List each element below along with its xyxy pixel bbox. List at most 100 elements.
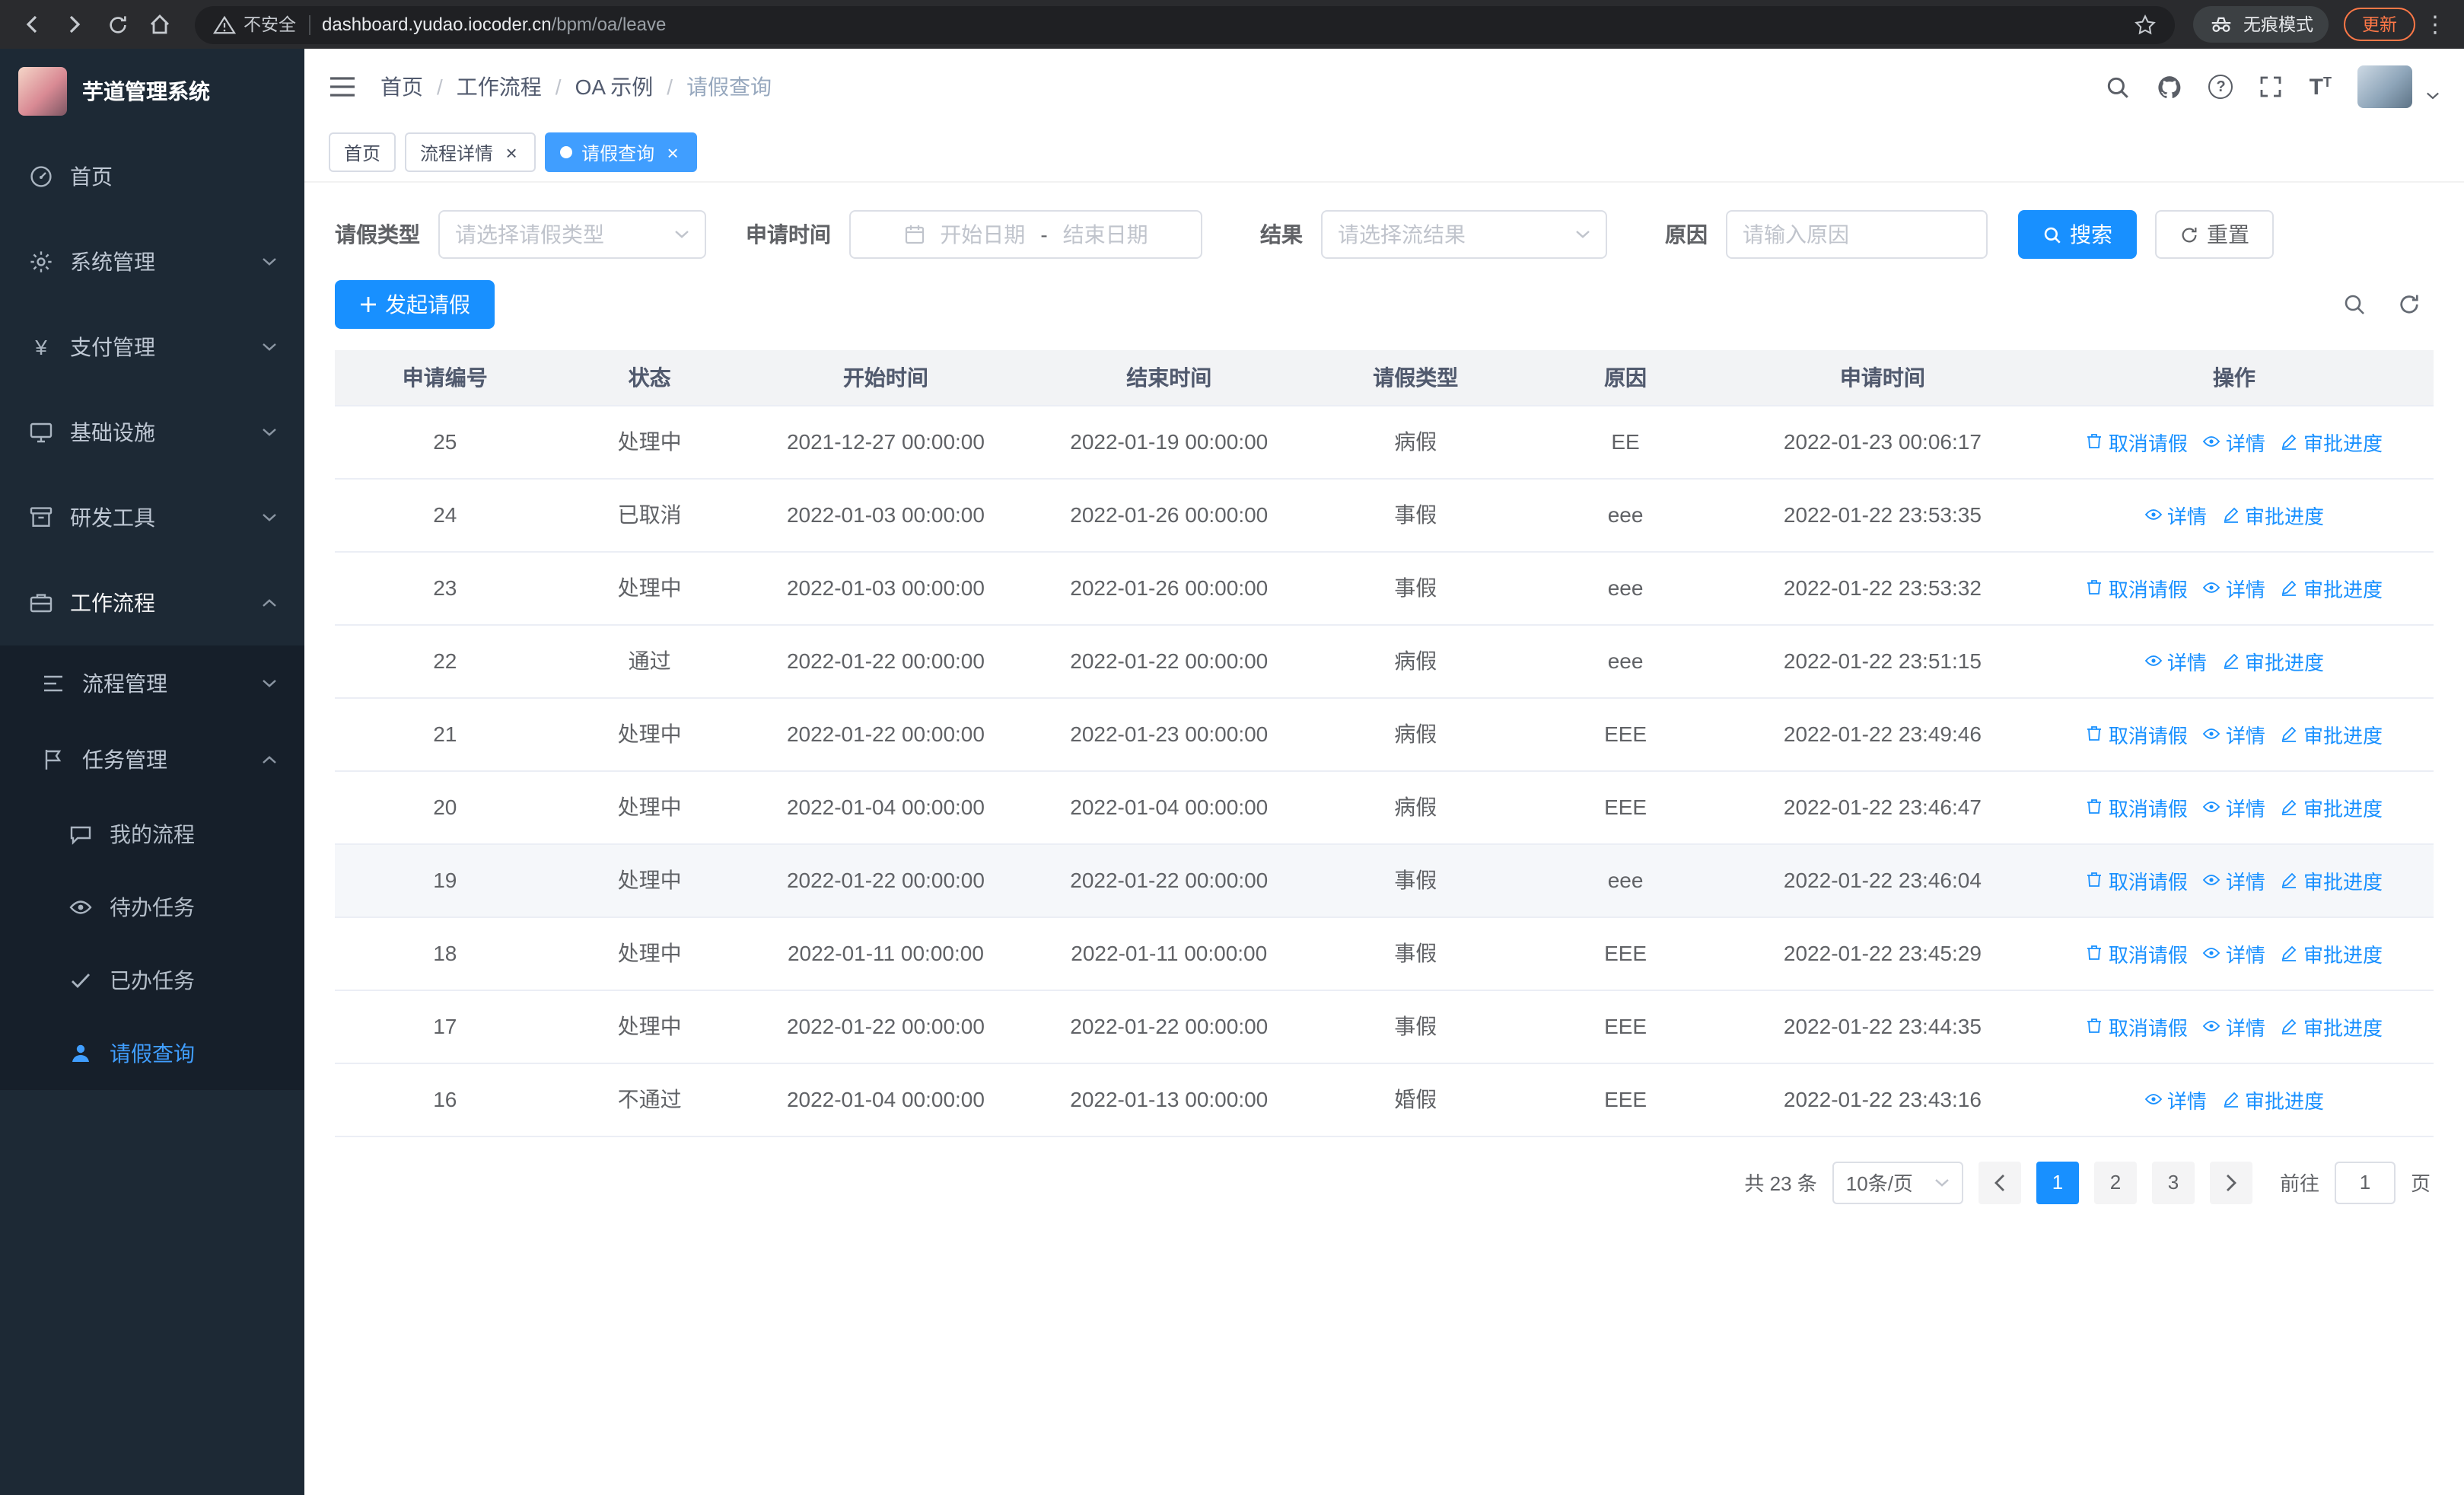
sidebar-item-infra[interactable]: 基础设施 — [0, 390, 304, 475]
breadcrumb-item[interactable]: OA 示例 — [575, 72, 654, 102]
approval-progress-link[interactable]: 审批进度 — [2222, 646, 2324, 675]
detail-link[interactable]: 详情 — [2203, 939, 2265, 967]
detail-link[interactable]: 详情 — [2203, 719, 2265, 748]
detail-label: 详情 — [2225, 432, 2265, 454]
cancel-leave-link[interactable]: 取消请假 — [2086, 939, 2188, 967]
cell-leave-type: 婚假 — [1310, 1063, 1521, 1136]
goto-page-input[interactable] — [2334, 1161, 2396, 1203]
home-icon[interactable] — [140, 5, 180, 44]
toggle-search-icon[interactable] — [2342, 292, 2367, 317]
detail-link[interactable]: 详情 — [2203, 792, 2265, 821]
cancel-leave-link[interactable]: 取消请假 — [2086, 573, 2188, 602]
close-icon[interactable]: × — [664, 142, 682, 162]
approval-progress-link[interactable]: 审批进度 — [2281, 792, 2383, 821]
page-button-2[interactable]: 2 — [2093, 1161, 2137, 1203]
forward-icon[interactable] — [55, 5, 94, 44]
approval-progress-link[interactable]: 审批进度 — [2281, 865, 2383, 894]
sidebar-item-workflow[interactable]: 工作流程 — [0, 560, 304, 645]
update-button[interactable]: 更新 — [2344, 8, 2415, 41]
sidebar-item-devtools[interactable]: 研发工具 — [0, 475, 304, 560]
sidebar-item-payment[interactable]: ¥ 支付管理 — [0, 304, 304, 390]
search-icon[interactable] — [2106, 74, 2131, 100]
next-page-button[interactable] — [2209, 1161, 2252, 1203]
leave-type-select[interactable]: 请选择请假类型 — [438, 210, 706, 259]
app-frame: 芋道管理系统 首页 系统管理 ¥ 支付管理 基础设施 研发工具 工作流程 流程管… — [0, 49, 2464, 1495]
prev-page-button[interactable] — [1978, 1161, 2021, 1203]
detail-link[interactable]: 详情 — [2203, 1012, 2265, 1041]
approval-progress-link[interactable]: 审批进度 — [2222, 1085, 2324, 1114]
tab-home[interactable]: 首页 — [329, 132, 396, 172]
github-icon[interactable] — [2157, 74, 2183, 100]
cancel-leave-link[interactable]: 取消请假 — [2086, 719, 2188, 748]
approval-progress-link[interactable]: 审批进度 — [2281, 1012, 2383, 1041]
approval-progress-link[interactable]: 审批进度 — [2281, 939, 2383, 967]
sidebar-item-home[interactable]: 首页 — [0, 134, 304, 219]
create-leave-button[interactable]: 发起请假 — [335, 280, 495, 329]
search-button[interactable]: 搜索 — [2018, 210, 2137, 259]
eye-icon — [2203, 948, 2221, 958]
approval-progress-link[interactable]: 审批进度 — [2281, 719, 2383, 748]
cancel-leave-link[interactable]: 取消请假 — [2086, 1012, 2188, 1041]
sidebar-item-process-mgmt[interactable]: 流程管理 — [0, 645, 304, 722]
approval-progress-link[interactable]: 审批进度 — [2222, 500, 2324, 529]
cancel-leave-link[interactable]: 取消请假 — [2086, 865, 2188, 894]
cell-operations: 取消请假 详情 审批进度 — [2034, 990, 2434, 1063]
cancel-leave-link[interactable]: 取消请假 — [2086, 427, 2188, 456]
goto-unit: 页 — [2410, 1172, 2431, 1195]
sidebar-item-done-tasks[interactable]: 已办任务 — [0, 944, 304, 1017]
approval-progress-link[interactable]: 审批进度 — [2281, 427, 2383, 456]
sidebar-item-label: 支付管理 — [70, 335, 155, 359]
page-content: 请假类型 请选择请假类型 申请时间 开始日期 - 结束日期 结果 请选择流结果 — [304, 183, 2464, 1495]
edit-icon — [2224, 653, 2239, 669]
breadcrumb-item[interactable]: 工作流程 — [457, 72, 542, 102]
page-button-1[interactable]: 1 — [2036, 1161, 2079, 1203]
fullscreen-icon[interactable] — [2259, 75, 2284, 99]
detail-link[interactable]: 详情 — [2144, 1085, 2207, 1114]
sidebar-item-todo-tasks[interactable]: 待办任务 — [0, 871, 304, 944]
sidebar-item-task-mgmt[interactable]: 任务管理 — [0, 722, 304, 798]
breadcrumb-item[interactable]: 首页 — [380, 72, 423, 102]
cancel-leave-link[interactable]: 取消请假 — [2086, 792, 2188, 821]
cancel-leave-label: 取消请假 — [2108, 943, 2188, 966]
cell-end-time: 2022-01-19 00:00:00 — [1027, 405, 1311, 479]
help-icon[interactable]: ? — [2208, 75, 2233, 99]
browser-menu-icon[interactable]: ⋮ — [2418, 11, 2452, 38]
sidebar-item-label: 系统管理 — [70, 250, 155, 274]
reason-input[interactable] — [1743, 222, 1971, 247]
security-warning[interactable]: 不安全 — [213, 12, 296, 37]
apply-time-range-picker[interactable]: 开始日期 - 结束日期 — [849, 210, 1202, 259]
avatar-caret-icon[interactable] — [2426, 91, 2440, 100]
detail-link[interactable]: 详情 — [2203, 573, 2265, 602]
trash-icon — [2087, 434, 2102, 448]
page-size-value: 10条/页 — [1845, 1172, 1913, 1195]
page-size-select[interactable]: 10条/页 — [1832, 1161, 1963, 1203]
close-icon[interactable]: × — [502, 142, 520, 162]
cell-apply-id: 21 — [335, 697, 556, 771]
sidebar-item-system[interactable]: 系统管理 — [0, 219, 304, 304]
detail-link[interactable]: 详情 — [2203, 865, 2265, 894]
cell-apply-time: 2022-01-22 23:53:32 — [1730, 551, 2035, 625]
refresh-table-icon[interactable] — [2397, 292, 2421, 317]
avatar[interactable] — [2357, 65, 2412, 108]
cell-status: 不通过 — [555, 1063, 744, 1136]
sidebar-item-leave-query[interactable]: 请假查询 — [0, 1017, 304, 1090]
table-toolbar: 发起请假 — [335, 280, 2434, 329]
back-icon[interactable] — [12, 5, 52, 44]
bookmark-star-icon[interactable] — [2134, 13, 2157, 36]
tab-process-detail[interactable]: 流程详情 × — [405, 132, 536, 172]
refresh-icon — [2182, 226, 2197, 242]
sidebar-item-my-process[interactable]: 我的流程 — [0, 798, 304, 871]
page-button-3[interactable]: 3 — [2151, 1161, 2195, 1203]
approval-progress-link[interactable]: 审批进度 — [2281, 573, 2383, 602]
tab-leave-query[interactable]: 请假查询 × — [545, 132, 698, 172]
detail-link[interactable]: 详情 — [2144, 646, 2207, 675]
reset-button[interactable]: 重置 — [2155, 210, 2274, 259]
detail-link[interactable]: 详情 — [2144, 500, 2207, 529]
address-bar[interactable]: 不安全 dashboard.yudao.iocoder.cn/bpm/oa/le… — [195, 5, 2175, 43]
chevron-up-icon — [262, 598, 277, 607]
result-select[interactable]: 请选择流结果 — [1321, 210, 1607, 259]
collapse-sidebar-icon[interactable] — [329, 76, 356, 97]
reload-icon[interactable] — [97, 5, 137, 44]
detail-link[interactable]: 详情 — [2203, 427, 2265, 456]
font-size-icon[interactable]: TT — [2310, 75, 2332, 98]
